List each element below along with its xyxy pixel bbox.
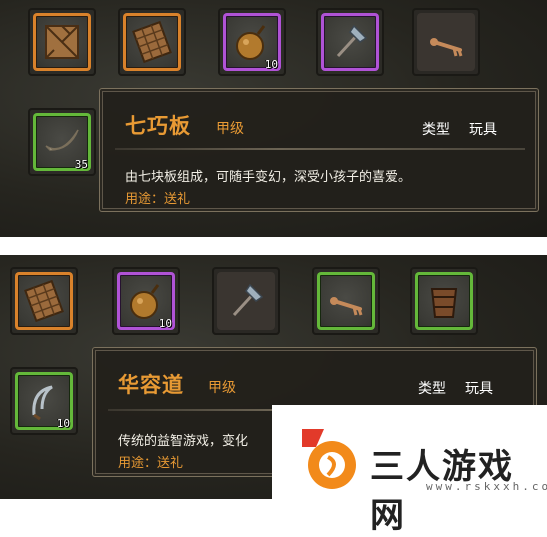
item-type-value: 玩具 xyxy=(465,381,493,397)
axe-icon xyxy=(336,24,368,58)
wooden-bucket-icon xyxy=(430,288,458,318)
item-description: 传统的益智游戏，变化 xyxy=(118,434,249,449)
item-type-label: 类型 xyxy=(422,122,450,138)
inventory-slot-fang[interactable]: 35 xyxy=(28,108,96,176)
screenshot-divider xyxy=(0,237,547,255)
item-grade: 甲级 xyxy=(216,121,244,137)
item-type-value: 玩具 xyxy=(469,122,497,138)
inventory-slot-wooden-bucket[interactable] xyxy=(410,267,478,335)
tooltip-divider xyxy=(115,148,525,150)
inventory-slot-bone-key[interactable] xyxy=(412,8,480,76)
item-name: 七巧板 xyxy=(125,113,191,138)
inventory-slot-gourd[interactable]: 10 xyxy=(218,8,286,76)
item-usage: 用途：送礼 xyxy=(118,456,184,471)
chocolate-board-icon xyxy=(132,20,172,64)
site-url: www.rskxxh.com xyxy=(426,480,547,493)
inventory-slot-axe[interactable] xyxy=(316,8,384,76)
inventory-slot-axe[interactable] xyxy=(212,267,280,335)
site-watermark: 三人游戏网 www.rskxxh.com xyxy=(272,405,547,536)
inventory-slot-chocolate-board[interactable] xyxy=(118,8,186,76)
chocolate-board-icon xyxy=(24,279,64,323)
item-count: 35 xyxy=(74,158,88,171)
item-tooltip: 七巧板 甲级 类型 玩具 由七块板组成，可随手变幻，深受小孩子的喜爱。 用途：送… xyxy=(99,88,539,212)
item-count: 10 xyxy=(56,417,70,430)
item-name: 华容道 xyxy=(118,372,184,397)
item-grade: 甲级 xyxy=(208,380,236,396)
item-usage: 用途：送礼 xyxy=(125,192,191,207)
inventory-panel-top: 10 35 七巧板 甲级 类型 玩具 由七块板组成，可随手变幻，深受小孩子的喜爱… xyxy=(0,0,547,237)
bone-key-icon xyxy=(330,297,363,316)
inventory-slot-chocolate-board[interactable] xyxy=(10,267,78,335)
site-logo-icon xyxy=(302,429,356,489)
inventory-slot-gourd[interactable]: 10 xyxy=(112,267,180,335)
inventory-slot-tangram[interactable] xyxy=(28,8,96,76)
inventory-slot-sickle[interactable]: 10 xyxy=(10,367,78,435)
axe-icon xyxy=(232,283,264,317)
tangram-icon xyxy=(45,25,79,59)
inventory-slot-bone-key[interactable] xyxy=(312,267,380,335)
item-count: 10 xyxy=(264,58,278,71)
bone-key-icon xyxy=(430,38,463,57)
item-type-label: 类型 xyxy=(418,381,446,397)
item-description: 由七块板组成，可随手变幻，深受小孩子的喜爱。 xyxy=(125,170,412,185)
item-count: 10 xyxy=(158,317,172,330)
